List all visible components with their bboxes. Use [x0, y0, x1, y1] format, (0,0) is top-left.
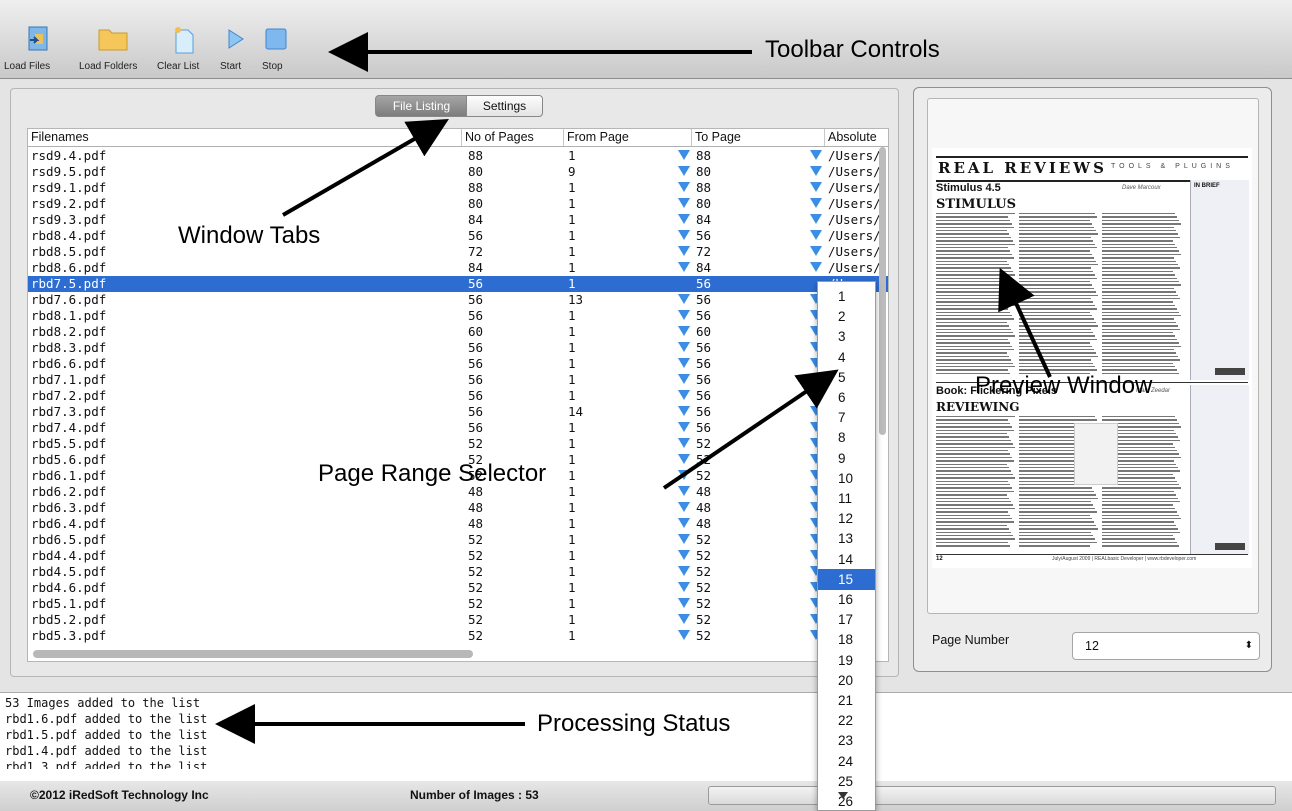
annotation-window-tabs: Window Tabs [178, 222, 321, 249]
annotation-toolbar-controls: Toolbar Controls [765, 36, 940, 63]
annotation-arrows [215, 32, 1052, 744]
range-arrow [662, 369, 839, 490]
annotation-page-range-selector: Page Range Selector [318, 460, 547, 487]
tabs-arrow [281, 118, 449, 217]
annotation-preview-window: Preview Window [975, 372, 1153, 399]
annotation-processing-status: Processing Status [537, 710, 731, 737]
preview-arrow [998, 267, 1052, 378]
